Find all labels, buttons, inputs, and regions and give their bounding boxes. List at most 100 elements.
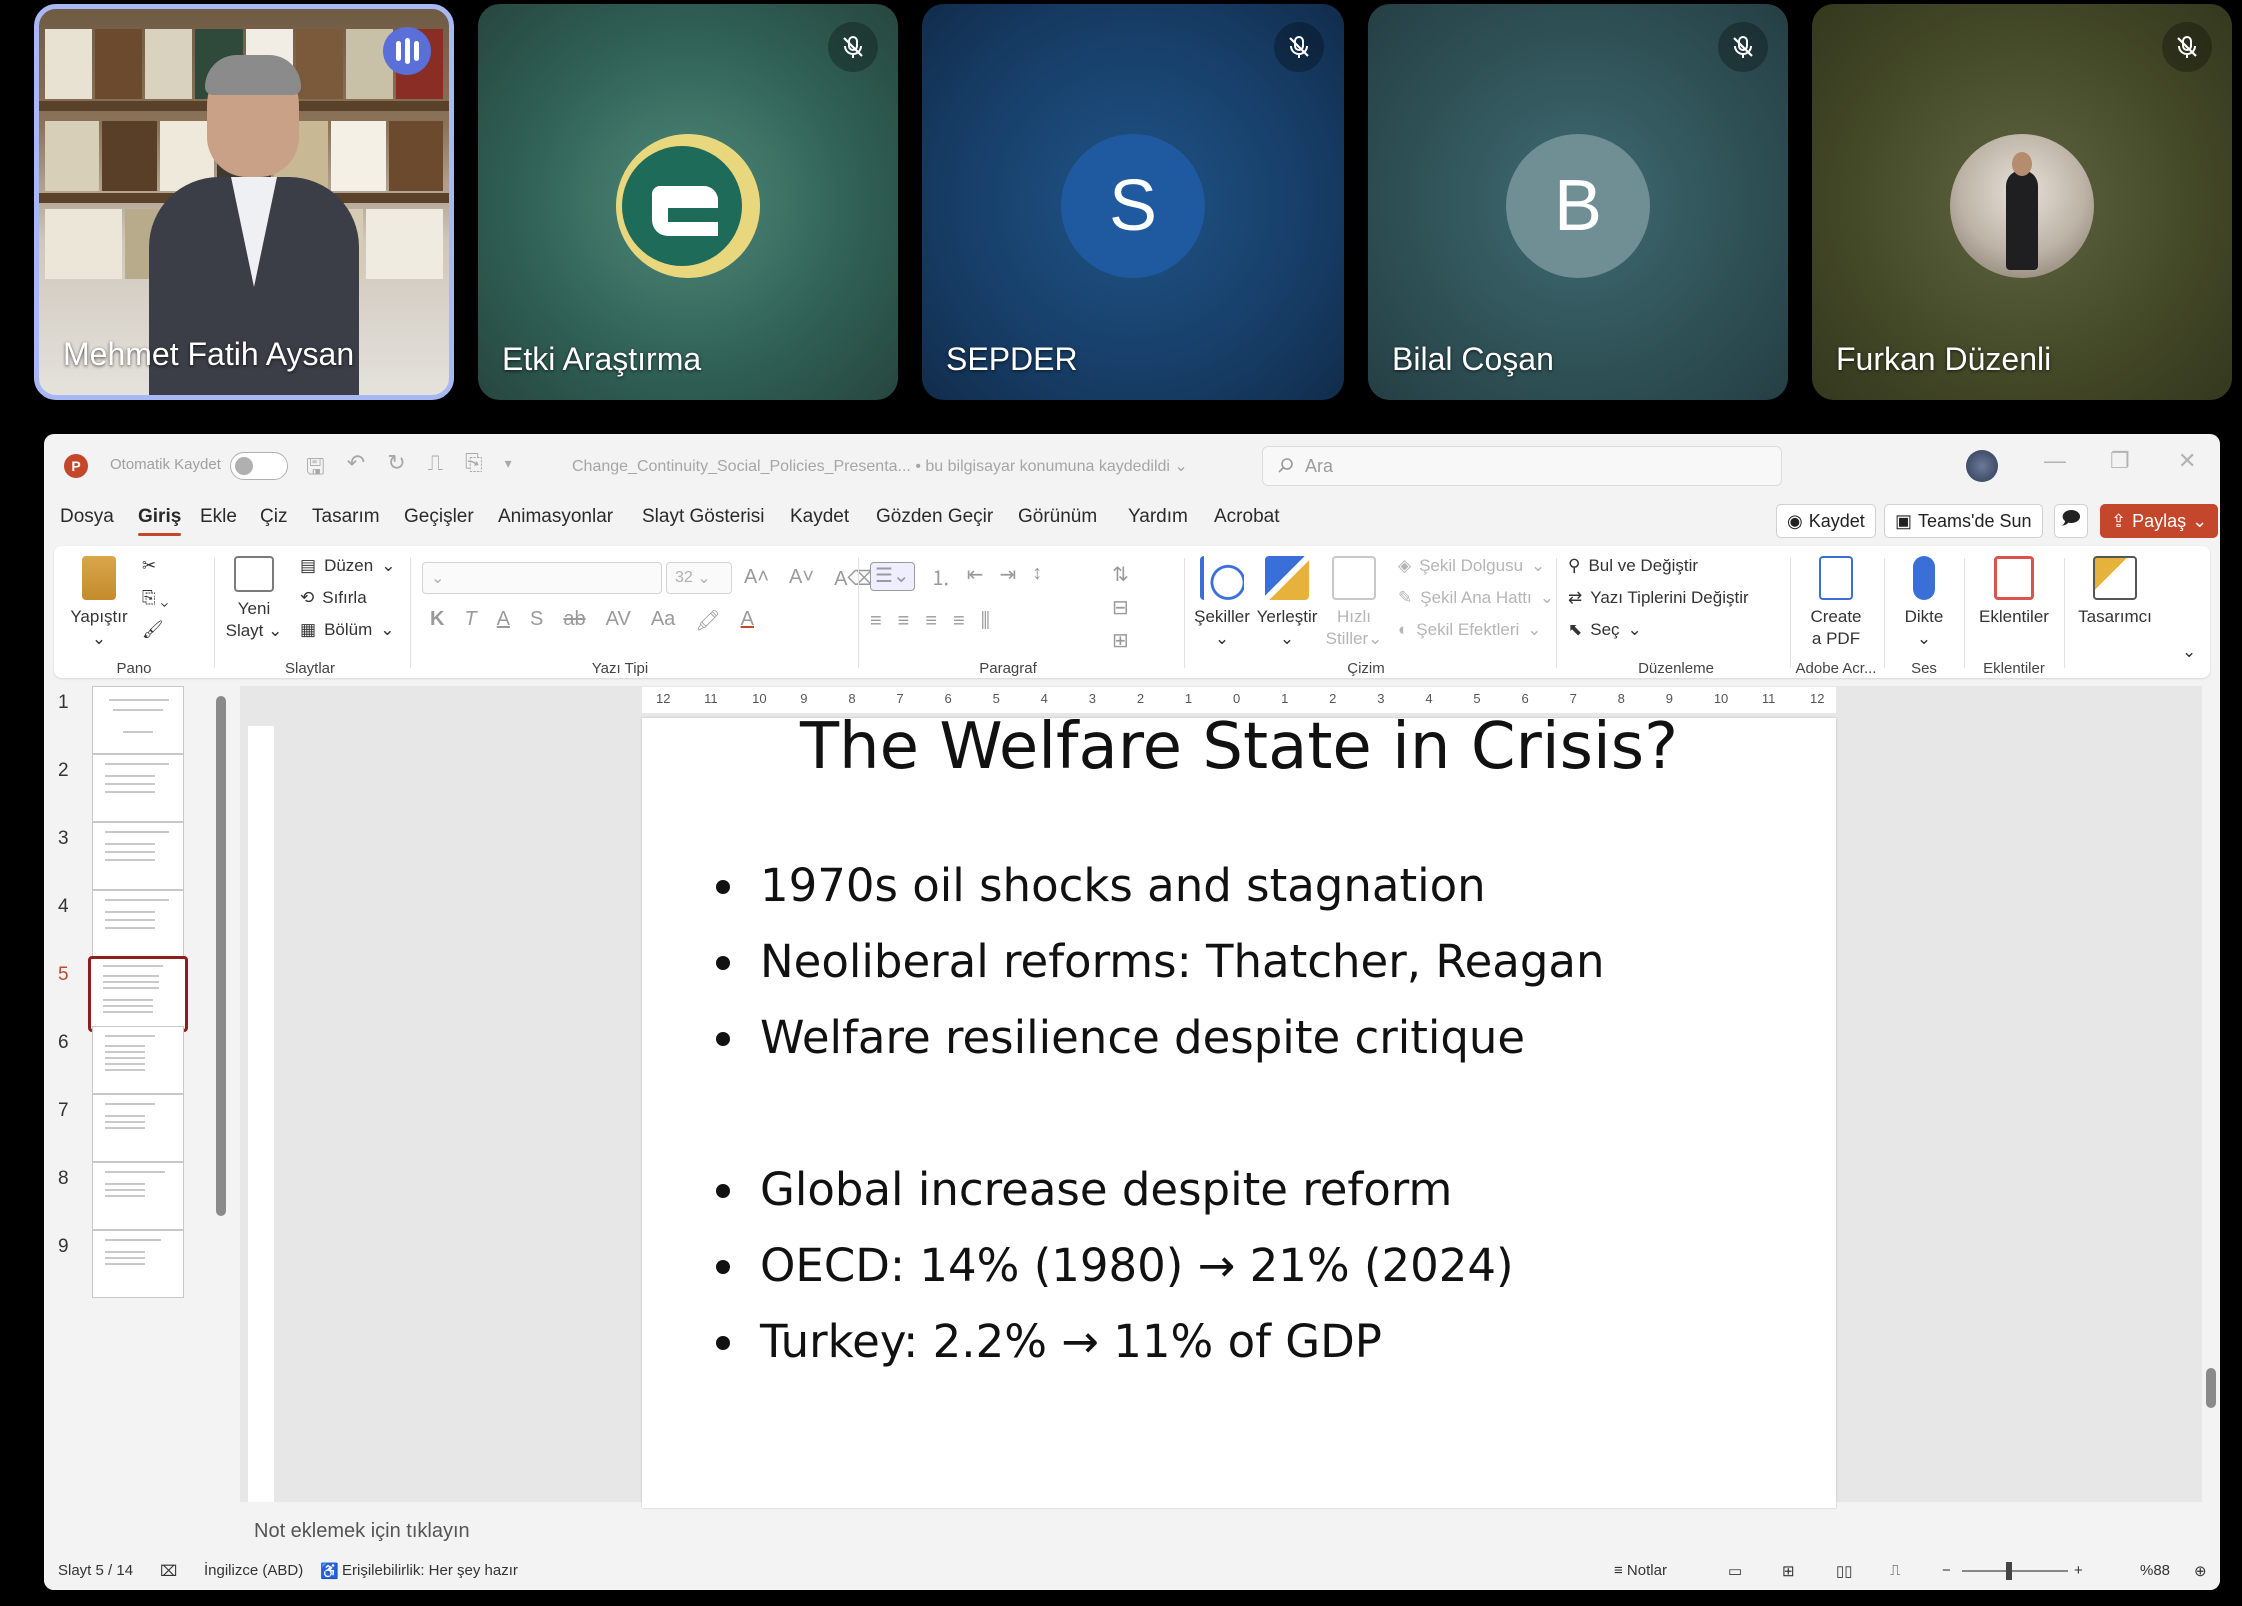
notes-toggle[interactable]: ≡ Notlar (1614, 1562, 1667, 1579)
font-color-icon[interactable]: A (741, 608, 754, 633)
smartart-icon[interactable]: ⊞ (1112, 628, 1129, 653)
bullet-list[interactable]: 1970s oil shocks and stagnation Neoliber… (712, 848, 1605, 1380)
replace-fonts-button[interactable]: ⇄ Yazı Tiplerini Değiştir (1568, 588, 1749, 608)
designer-button[interactable]: Tasarımcı (2070, 556, 2160, 628)
tab-gorunum[interactable]: Görünüm (1018, 506, 1097, 528)
present-in-teams-button[interactable]: ▣ Teams'de Sun (1884, 504, 2043, 538)
bullet-item[interactable]: Neoliberal reforms: Thatcher, Reagan (712, 924, 1605, 1000)
grow-font-icon[interactable]: A˄ (744, 566, 769, 591)
participant-tile-speaker[interactable]: Mehmet Fatih Aysan (34, 4, 454, 400)
slide-thumbnail-5[interactable] (88, 956, 188, 1032)
highlight-icon[interactable]: 🖍 (695, 608, 720, 633)
customize-qat-icon[interactable]: ▾ (505, 450, 512, 488)
text-direction-icon[interactable]: ⇅ (1112, 562, 1129, 587)
notes-pane[interactable]: Not eklemek için tıklayın (240, 1510, 2220, 1552)
cut-icon[interactable]: ✂ (142, 556, 156, 576)
font-size-input[interactable]: 32 ⌄ (666, 562, 732, 594)
slide-thumbnail-9[interactable] (92, 1230, 184, 1298)
zoom-out-icon[interactable]: − (1942, 1562, 1951, 1579)
normal-view-icon[interactable]: ▭ (1728, 1562, 1742, 1580)
record-button[interactable]: ◉ Kaydet (1776, 504, 1876, 538)
paste-button[interactable]: Yapıştır ⌄ (64, 556, 134, 650)
document-name[interactable]: Change_Continuity_Social_Policies_Presen… (572, 456, 1188, 476)
shrink-font-icon[interactable]: A˅ (789, 566, 814, 591)
account-avatar[interactable] (1966, 450, 1998, 482)
align-left-icon[interactable]: ≡ (870, 610, 882, 633)
slide-5[interactable]: The Welfare State in Crisis? 1970s oil s… (642, 710, 1836, 1508)
tab-slayt-gosterisi[interactable]: Slayt Gösterisi (642, 506, 764, 528)
save-icon[interactable]: 🖫 (306, 450, 325, 488)
section-button[interactable]: ▦ Bölüm ⌄ (300, 620, 395, 640)
slide-thumbnail-3[interactable] (92, 822, 184, 890)
slide-sorter-icon[interactable]: ⊞ (1782, 1562, 1795, 1580)
clipboard-icon[interactable]: ⎘ (465, 450, 483, 488)
layout-button[interactable]: ▤ Düzen ⌄ (300, 556, 395, 576)
slide-title[interactable]: The Welfare State in Crisis? (642, 710, 1836, 784)
align-text-icon[interactable]: ⊟ (1112, 595, 1129, 620)
bullet-item[interactable]: Welfare resilience despite critique (712, 1000, 1605, 1076)
quick-styles-button[interactable]: Hızlı Stiller⌄ (1324, 556, 1384, 650)
comments-button[interactable]: 🗩 (2054, 504, 2088, 538)
format-painter-icon[interactable]: 🖌 (142, 620, 164, 640)
char-spacing-button[interactable]: AV (606, 608, 631, 633)
zoom-slider-thumb[interactable] (2006, 1562, 2012, 1580)
zoom-level[interactable]: %88 (2140, 1562, 2170, 1579)
tab-giris[interactable]: Giriş (138, 506, 182, 536)
align-center-icon[interactable]: ≡ (898, 610, 910, 633)
accessibility-status[interactable]: Erişilebilirlik: Her şey hazır (342, 1562, 518, 1579)
copy-icon[interactable]: ⎘ ⌄ (142, 588, 168, 608)
bullets-button[interactable]: ☰⌄ (870, 562, 915, 591)
bold-button[interactable]: K (430, 608, 444, 633)
participant-tile-sepder[interactable]: S SEPDER (922, 4, 1344, 400)
find-replace-button[interactable]: ⚲ Bul ve Değiştir (1568, 556, 1698, 576)
select-button[interactable]: ⬉ Seç ⌄ (1568, 620, 1642, 640)
slide-thumbnail-7[interactable] (92, 1094, 184, 1162)
arrange-button[interactable]: Yerleştir ⌄ (1252, 556, 1322, 650)
slide-thumbnail-1[interactable] (92, 686, 184, 754)
addins-button[interactable]: Eklentiler (1972, 556, 2056, 628)
undo-icon[interactable]: ↶ (347, 450, 365, 488)
font-name-input[interactable]: ⌄ (422, 562, 662, 594)
restore-icon[interactable]: ❐ (2110, 448, 2130, 474)
collapse-ribbon-icon[interactable]: ⌄ (2182, 642, 2196, 662)
share-button[interactable]: ⇪ Paylaş ⌄ (2100, 504, 2219, 538)
create-pdf-button[interactable]: Create a PDF (1794, 556, 1878, 650)
tab-ekle[interactable]: Ekle (200, 506, 237, 528)
tab-yardim[interactable]: Yardım (1128, 506, 1188, 528)
present-icon[interactable]: ⎍ (428, 450, 443, 488)
slide-thumbnail-4[interactable] (92, 890, 184, 958)
change-case-button[interactable]: Aa (651, 608, 675, 633)
zoom-in-icon[interactable]: + (2074, 1562, 2083, 1579)
underline-button[interactable]: A (497, 608, 510, 633)
tab-gozden-gecir[interactable]: Gözden Geçir (876, 506, 993, 528)
language-status[interactable]: İngilizce (ABD) (204, 1562, 303, 1579)
tab-gecisler[interactable]: Geçişler (404, 506, 474, 528)
minimize-icon[interactable]: — (2044, 448, 2066, 474)
line-spacing-icon[interactable]: ↕ (1032, 562, 1042, 591)
shape-fill-button[interactable]: ◈ Şekil Dolgusu ⌄ (1398, 556, 1545, 576)
columns-icon[interactable]: ⫼ (981, 610, 990, 633)
bullet-item[interactable]: Turkey: 2.2% → 11% of GDP (712, 1304, 1605, 1380)
fit-to-window-icon[interactable]: ⊕ (2194, 1562, 2207, 1580)
slide-thumbnail-8[interactable] (92, 1162, 184, 1230)
slide-thumbnail-6[interactable] (92, 1026, 184, 1094)
dictate-button[interactable]: Dikte ⌄ (1892, 556, 1956, 650)
new-slide-button[interactable]: Yeni Slayt ⌄ (224, 556, 284, 642)
increase-indent-icon[interactable]: ⇥ (999, 562, 1016, 591)
tab-dosya[interactable]: Dosya (60, 506, 114, 528)
redo-icon[interactable]: ↻ (387, 450, 405, 488)
italic-button[interactable]: T (464, 608, 476, 633)
shape-outline-button[interactable]: ✎ Şekil Ana Hattı ⌄ (1398, 588, 1554, 608)
search-input[interactable]: Ara (1262, 446, 1782, 486)
shapes-button[interactable]: Şekiller ⌄ (1190, 556, 1254, 650)
shape-effects-button[interactable]: ◐ Şekil Efektleri ⌄ (1398, 620, 1542, 640)
tab-tasarim[interactable]: Tasarım (312, 506, 380, 528)
slide-thumbnail-2[interactable] (92, 754, 184, 822)
slideshow-icon[interactable]: ⎍ (1890, 1562, 1901, 1579)
autosave-toggle[interactable] (230, 452, 288, 480)
bullet-item[interactable]: OECD: 14% (1980) → 21% (2024) (712, 1228, 1605, 1304)
bullet-item[interactable]: 1970s oil shocks and stagnation (712, 848, 1605, 924)
spellcheck-icon[interactable]: ⌧ (160, 1562, 177, 1580)
close-icon[interactable]: ✕ (2178, 448, 2196, 474)
align-right-icon[interactable]: ≡ (925, 610, 937, 633)
